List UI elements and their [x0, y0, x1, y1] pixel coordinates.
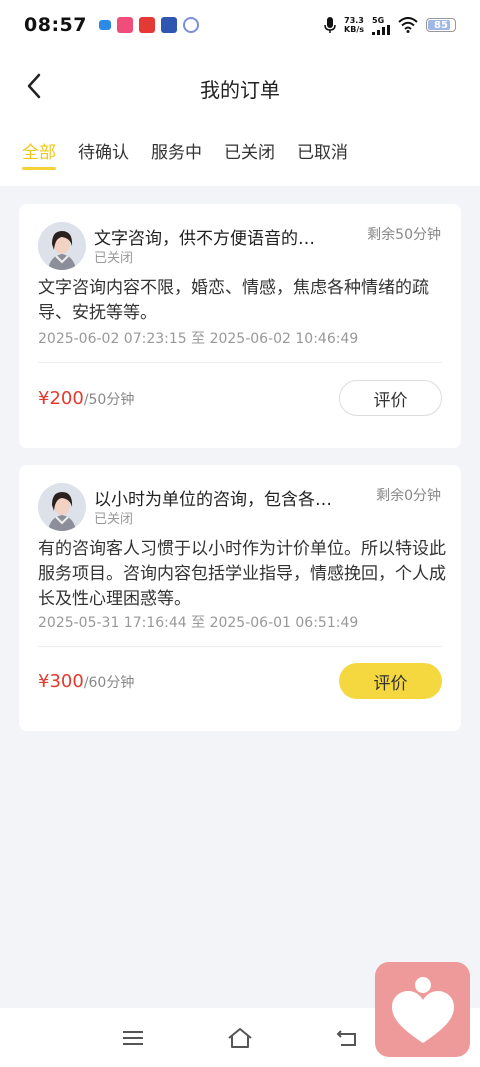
- rate-button[interactable]: 评价: [339, 380, 442, 416]
- tab-all[interactable]: 全部: [22, 122, 56, 172]
- back-nav-button[interactable]: [333, 1024, 361, 1052]
- menu-icon: [123, 1031, 143, 1045]
- back-nav-icon: [336, 1030, 356, 1046]
- menu-button[interactable]: [119, 1024, 147, 1052]
- app-icon-red: [138, 17, 155, 33]
- tab-in-service[interactable]: 服务中: [151, 122, 202, 172]
- heart-person-icon: [391, 976, 454, 1043]
- tab-cancelled[interactable]: 已取消: [297, 122, 348, 172]
- signal-icon: [372, 24, 390, 35]
- price-amount: ¥300: [38, 671, 84, 692]
- price-amount: ¥200: [38, 388, 84, 409]
- page-title: 我的订单: [200, 78, 280, 102]
- price-unit: /50分钟: [83, 392, 135, 408]
- avatar: [38, 483, 86, 531]
- status-bar: 08:57 73.3 KB/s 5G 85: [0, 0, 480, 50]
- order-card[interactable]: 文字咨询，供不方便语音的… 已关闭 剩余50分钟 文字咨询内容不限，婚恋、情感，…: [19, 204, 461, 448]
- home-icon: [228, 1028, 252, 1048]
- order-time-range: 2025-05-31 17:16:44 至 2025-06-01 06:51:4…: [38, 615, 359, 631]
- page-header: 我的订单: [0, 50, 480, 122]
- order-title: 以小时为单位的咨询，包含各…: [94, 490, 332, 510]
- order-status-tabs: 全部 待确认 服务中 已关闭 已取消: [0, 122, 480, 186]
- order-time-range: 2025-06-02 07:23:15 至 2025-06-02 10:46:4…: [38, 331, 359, 347]
- tab-closed[interactable]: 已关闭: [224, 122, 275, 172]
- app-icon-navy: [160, 17, 177, 33]
- wifi-icon: [398, 17, 418, 33]
- battery-icon: 85: [426, 18, 456, 32]
- app-icon-blue: [98, 20, 111, 30]
- home-button[interactable]: [226, 1024, 254, 1052]
- order-title: 文字咨询，供不方便语音的…: [94, 229, 315, 249]
- app-icon-circle: [182, 17, 199, 33]
- tab-pending-confirm[interactable]: 待确认: [78, 122, 129, 172]
- network-speed: 73.3 KB/s: [344, 16, 364, 34]
- order-status: 已关闭: [94, 251, 134, 266]
- avatar: [38, 222, 86, 270]
- clock: 08:57: [24, 14, 87, 36]
- divider: [38, 646, 442, 647]
- floating-heart-button[interactable]: [375, 962, 470, 1057]
- notification-app-icons: [98, 17, 199, 33]
- order-price: ¥300/60分钟: [38, 671, 134, 692]
- remaining-time: 剩余50分钟: [367, 227, 441, 243]
- divider: [38, 362, 442, 363]
- price-unit: /60分钟: [83, 675, 135, 691]
- order-price: ¥200/50分钟: [38, 388, 134, 409]
- microphone-icon: [324, 17, 336, 33]
- app-icon-pink: [116, 17, 133, 33]
- order-description: 有的咨询客人习惯于以小时作为计价单位。所以特设此服务项目。咨询内容包括学业指导，…: [38, 539, 446, 609]
- order-status: 已关闭: [94, 512, 134, 527]
- signal-label: 5G: [372, 15, 385, 25]
- remaining-time: 剩余0分钟: [376, 488, 441, 504]
- rate-button[interactable]: 评价: [339, 663, 442, 699]
- order-card[interactable]: 以小时为单位的咨询，包含各… 已关闭 剩余0分钟 有的咨询客人习惯于以小时作为计…: [19, 465, 461, 731]
- order-description: 文字咨询内容不限，婚恋、情感，焦虑各种情绪的疏导、安抚等等。: [38, 278, 429, 323]
